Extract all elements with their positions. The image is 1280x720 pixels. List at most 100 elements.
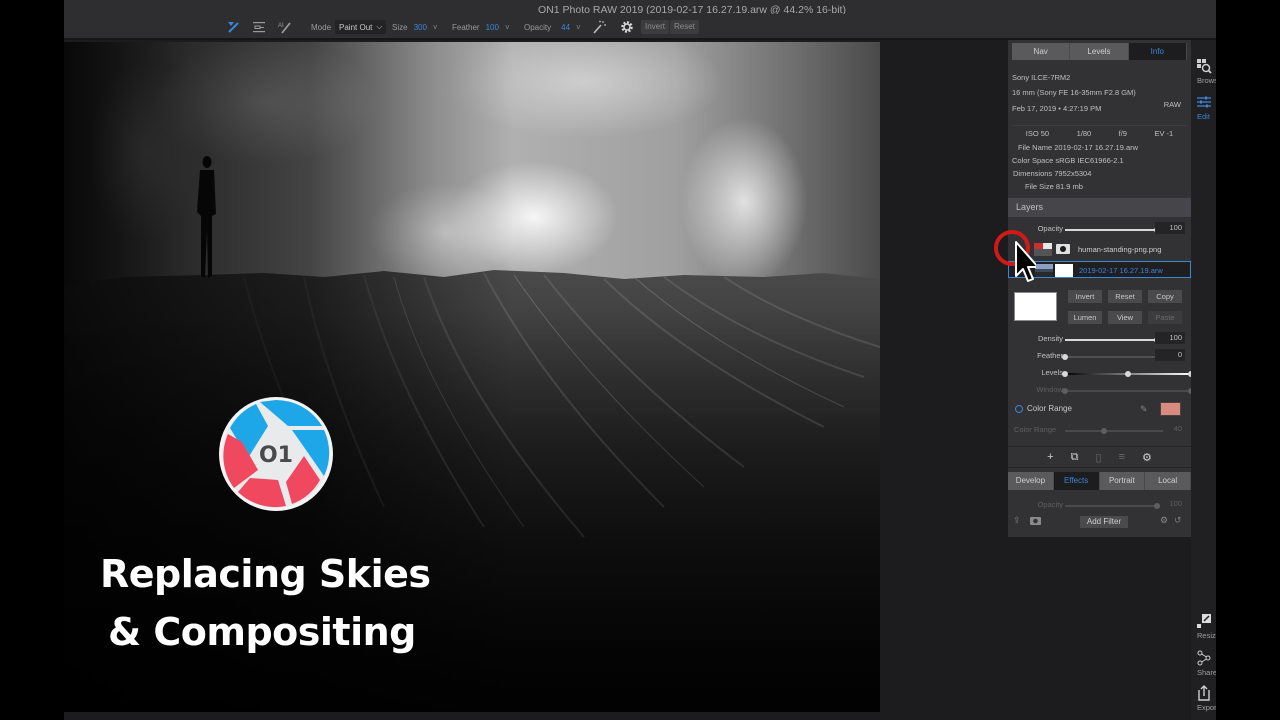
resize-icon <box>1197 614 1211 628</box>
camera-mask-icon[interactable] <box>1056 244 1070 254</box>
reset-button[interactable]: Reset <box>670 20 699 34</box>
layer-mask-thumbnail[interactable] <box>1055 264 1073 277</box>
slider-track[interactable] <box>1065 226 1160 233</box>
info-file-name: File Name 2019-02-17 16.27.19.arw <box>1018 143 1139 152</box>
delete-layer-icon[interactable]: ▯ <box>1095 451 1101 464</box>
merge-layers-icon[interactable]: ≡ <box>1119 451 1125 463</box>
mask-invert-button[interactable]: Invert <box>1068 290 1102 303</box>
export-icon <box>1198 685 1210 701</box>
mask-lumen-button[interactable]: Lumen <box>1068 311 1102 324</box>
gradient-mask-icon[interactable] <box>250 18 268 36</box>
module-share[interactable]: Share <box>1191 650 1216 677</box>
mask-toggle-icon[interactable] <box>1030 517 1041 525</box>
module-share-label: Share <box>1197 668 1216 677</box>
effects-opacity-value: 100 <box>1169 499 1182 508</box>
layer-row[interactable]: human-standing-png.png <box>1008 241 1191 258</box>
tab-effects[interactable]: Effects <box>1053 472 1100 490</box>
feather-value[interactable]: 100 <box>486 23 499 32</box>
layer-row-selected[interactable]: 2019-02-17 16.27.19.arw <box>1008 261 1191 278</box>
layer-opacity-slider[interactable]: Opacity 100 <box>1008 222 1191 236</box>
mask-reset-button[interactable]: Reset <box>1108 290 1142 303</box>
feather-control[interactable]: Feather 100 ˅ <box>452 14 510 40</box>
levels-black-knob[interactable] <box>1062 370 1068 377</box>
feather-slider[interactable]: Feather 0 <box>1008 349 1191 363</box>
mask-view-button[interactable]: View <box>1108 311 1142 324</box>
color-range-label: Color Range <box>1027 404 1072 413</box>
browse-icon <box>1197 59 1212 74</box>
mask-paste-button[interactable]: Paste <box>1148 311 1182 324</box>
duplicate-layer-icon[interactable]: ⧉ <box>1071 451 1079 464</box>
effects-opacity-label: Opacity <box>1037 500 1063 509</box>
feather-value[interactable]: 0 <box>1155 349 1185 361</box>
info-lens: 16 mm (Sony FE 16-35mm F2.8 GM) <box>1012 88 1136 97</box>
video-headline: Replacing Skies & Compositing <box>100 545 431 661</box>
levels-mid-knob[interactable] <box>1125 370 1131 377</box>
module-browse[interactable]: Browse <box>1191 58 1216 85</box>
eyedropper-icon[interactable]: ✎ <box>1140 404 1148 415</box>
layer-opacity-value[interactable]: 100 <box>1155 222 1185 234</box>
mask-copy-button[interactable]: Copy <box>1148 290 1182 303</box>
slider-track[interactable] <box>1065 336 1160 343</box>
color-range-radio[interactable] <box>1015 405 1023 413</box>
slider-track[interactable] <box>1062 353 1157 360</box>
levels-slider[interactable]: Levels <box>1008 368 1194 380</box>
info-datetime: Feb 17, 2019 • 4:27:19 PM <box>1012 104 1102 113</box>
invert-button[interactable]: Invert <box>641 20 670 34</box>
size-control[interactable]: Size 300 ˅ <box>392 14 438 40</box>
opacity-label: Opacity <box>524 22 552 32</box>
color-range-row: Color Range ✎ <box>1008 402 1191 418</box>
info-shutter: 1/80 <box>1076 129 1092 138</box>
opacity-value[interactable]: 44 <box>561 23 570 32</box>
export-preset-icon[interactable]: ⇪ <box>1013 515 1021 526</box>
slider-knob[interactable] <box>1062 353 1068 360</box>
levels-track[interactable] <box>1062 370 1194 377</box>
headline-line-2: & Compositing <box>108 610 416 654</box>
slider-fill <box>1065 229 1157 231</box>
module-edit[interactable]: Edit <box>1191 94 1216 121</box>
color-range-swatch[interactable] <box>1160 402 1181 416</box>
edit-sliders-icon <box>1197 96 1211 108</box>
slider-knob <box>1062 387 1068 394</box>
layer-name[interactable]: human-standing-png.png <box>1078 241 1161 258</box>
module-export-label: Export <box>1197 703 1216 712</box>
module-edit-label: Edit <box>1197 112 1210 121</box>
info-file-size: File Size 81.9 mb <box>1025 182 1083 191</box>
size-value[interactable]: 300 <box>414 23 427 32</box>
tab-info[interactable]: Info <box>1128 43 1187 60</box>
layer-name[interactable]: 2019-02-17 16.27.19.arw <box>1079 262 1163 279</box>
gear-icon[interactable] <box>618 18 636 36</box>
undo-icon[interactable]: ↺ <box>1174 515 1182 526</box>
panel-tabs: Nav Levels Info <box>1012 43 1187 60</box>
chevron-down-icon[interactable]: ˅ <box>433 23 438 32</box>
info-dimensions: Dimensions 7952x5304 <box>1013 169 1092 178</box>
ai-quick-mask-icon[interactable]: AI <box>276 18 294 36</box>
chevron-down-icon[interactable]: ˅ <box>505 23 510 32</box>
opacity-control[interactable]: Opacity 44 ˅ <box>524 14 581 40</box>
layer-settings-icon[interactable]: ⚙ <box>1142 451 1152 464</box>
module-export[interactable]: Export <box>1191 685 1216 712</box>
tab-nav[interactable]: Nav <box>1012 43 1071 60</box>
add-layer-icon[interactable]: + <box>1047 451 1053 463</box>
magic-wand-icon[interactable] <box>590 18 608 36</box>
tab-develop[interactable]: Develop <box>1008 472 1054 490</box>
tab-levels[interactable]: Levels <box>1070 43 1129 60</box>
add-filter-button[interactable]: Add Filter <box>1080 516 1128 528</box>
density-value[interactable]: 100 <box>1155 332 1185 344</box>
mode-value: Paint Out <box>339 22 373 32</box>
masking-brush-icon[interactable] <box>224 18 242 36</box>
info-ev: EV -1 <box>1154 129 1174 138</box>
headline-line-1: Replacing Skies <box>100 552 431 596</box>
mode-select[interactable]: Paint Out ⌵ <box>335 20 387 34</box>
slider-track <box>1065 502 1160 509</box>
chevron-down-icon[interactable]: ˅ <box>576 23 581 32</box>
layers-header[interactable]: Layers <box>1008 198 1191 217</box>
density-slider[interactable]: Density 100 <box>1008 332 1191 346</box>
tab-portrait[interactable]: Portrait <box>1100 472 1146 490</box>
layer-thumbnail <box>1034 243 1052 256</box>
tab-local[interactable]: Local <box>1145 472 1191 490</box>
info-camera: Sony ILCE-7RM2 <box>1012 73 1071 82</box>
filter-settings-icon[interactable]: ⚙ <box>1160 515 1168 526</box>
photo-sky <box>64 42 880 302</box>
info-aperture: f/9 <box>1118 129 1127 138</box>
module-resize[interactable]: Resize <box>1191 613 1216 640</box>
